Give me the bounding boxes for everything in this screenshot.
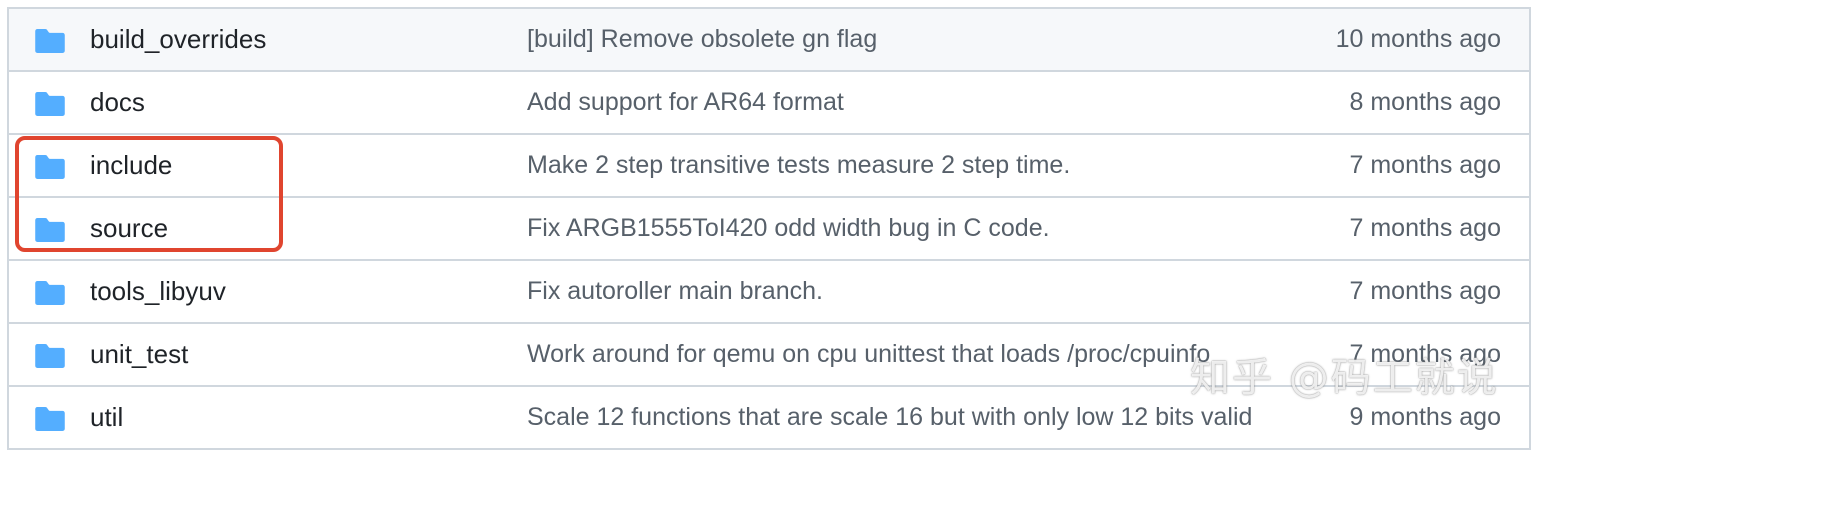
folder-icon — [35, 344, 65, 368]
folder-name-link[interactable]: util — [90, 387, 123, 448]
folder-name-link[interactable]: docs — [90, 72, 145, 133]
folder-name-link[interactable]: unit_test — [90, 324, 188, 385]
table-row[interactable]: build_overrides [build] Remove obsolete … — [9, 9, 1529, 72]
commit-age: 10 months ago — [1335, 25, 1501, 53]
table-row[interactable]: docs Add support for AR64 format 8 month… — [9, 72, 1529, 135]
folder-name-link[interactable]: tools_libyuv — [90, 261, 226, 322]
commit-message-link[interactable]: [build] Remove obsolete gn flag — [527, 9, 877, 70]
watermark-text: 知乎 @码工就说 — [1190, 355, 1499, 401]
folder-icon — [35, 407, 65, 431]
folder-icon — [35, 92, 65, 116]
folder-icon — [35, 281, 65, 305]
commit-message-link[interactable]: Fix ARGB1555ToI420 odd width bug in C co… — [527, 198, 1050, 259]
commit-age: 7 months ago — [1349, 277, 1502, 305]
folder-name-link[interactable]: build_overrides — [90, 9, 266, 70]
commit-message-link[interactable]: Make 2 step transitive tests measure 2 s… — [527, 135, 1070, 196]
commit-age: 7 months ago — [1349, 214, 1502, 242]
commit-message-link[interactable]: Scale 12 functions that are scale 16 but… — [527, 387, 1252, 448]
commit-age: 7 months ago — [1349, 151, 1502, 179]
commit-age: 8 months ago — [1349, 88, 1502, 116]
highlight-annotation-box — [15, 136, 283, 252]
commit-message-link[interactable]: Work around for qemu on cpu unittest tha… — [527, 324, 1210, 385]
commit-message-link[interactable]: Add support for AR64 format — [527, 72, 844, 133]
commit-message-link[interactable]: Fix autoroller main branch. — [527, 261, 823, 322]
table-row[interactable]: tools_libyuv Fix autoroller main branch.… — [9, 261, 1529, 324]
folder-icon — [35, 29, 65, 53]
